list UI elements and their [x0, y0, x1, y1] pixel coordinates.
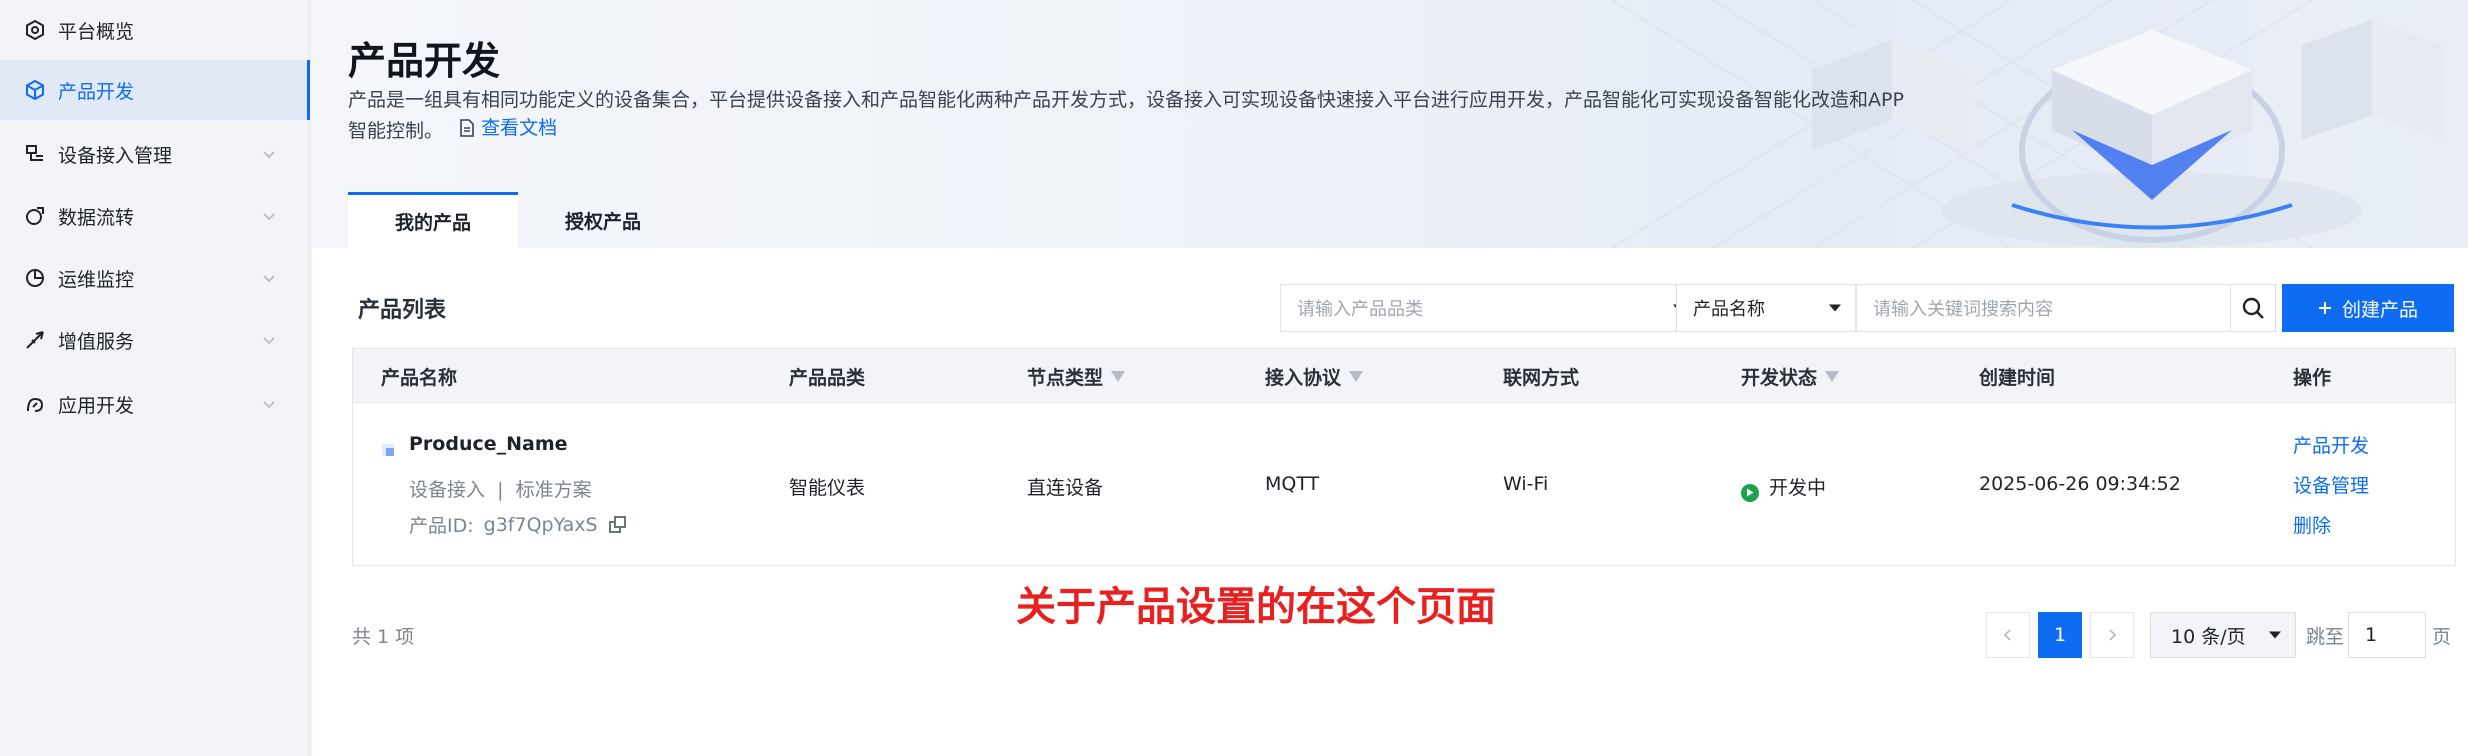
- chevron-down-icon: [263, 275, 275, 283]
- status-play-icon: [1741, 483, 1759, 502]
- product-category: 智能仪表: [789, 477, 866, 499]
- tab-label: 授权产品: [564, 210, 641, 233]
- search-field-value: 产品名称: [1693, 299, 1765, 320]
- device-manage-link[interactable]: 设备管理: [2293, 471, 2369, 498]
- plus-icon: [2318, 302, 2331, 314]
- total-count: 共 1 项: [352, 626, 415, 648]
- chevron-down-icon: [263, 401, 275, 409]
- app-root: 平台概览 产品开发 设备接入管理 数据流转 运维监控 增值服务 应用开发 产品开…: [0, 0, 2468, 756]
- device-access-icon: [26, 145, 43, 161]
- product-table: 产品名称 产品品类 节点类型 接入协议 联网方式 开发状态 创建时间 操作 Pr…: [352, 348, 2456, 566]
- chevron-left-icon: [2003, 629, 2011, 641]
- sidebar-item-label: 数据流转: [58, 206, 135, 229]
- jump-label: 跳至: [2306, 626, 2345, 648]
- column-header-protocol: 接入协议: [1265, 349, 1364, 403]
- rocket-icon: [26, 331, 44, 349]
- sidebar-item-label: 平台概览: [58, 20, 135, 43]
- node-type: 直连设备: [1027, 477, 1104, 499]
- cube-icon: [26, 79, 44, 101]
- sidebar-item-label: 产品开发: [58, 80, 135, 103]
- page-button-1[interactable]: 1: [2038, 612, 2082, 658]
- caret-down-icon: [1829, 304, 1841, 312]
- jump-page-input[interactable]: 1: [2348, 612, 2426, 658]
- caret-down-icon: [2269, 631, 2281, 639]
- data-flow-icon: [26, 207, 44, 225]
- chevron-down-icon: [263, 337, 275, 345]
- column-header-status: 开发状态: [1741, 349, 1840, 403]
- filter-icon[interactable]: [1111, 370, 1126, 382]
- sidebar-item-label: 增值服务: [58, 330, 135, 353]
- sidebar-item-data-flow[interactable]: 数据流转: [0, 186, 310, 246]
- sidebar-item-device-access[interactable]: 设备接入管理: [0, 124, 310, 184]
- column-header-actions: 操作: [2293, 366, 2332, 389]
- page-size-select[interactable]: 10 条/页: [2150, 612, 2296, 658]
- column-header-node-type: 节点类型: [1027, 349, 1126, 403]
- column-header-name: 产品名称: [381, 366, 458, 389]
- copy-icon[interactable]: [608, 515, 628, 535]
- column-header-network: 联网方式: [1503, 366, 1580, 389]
- keyword-placeholder: 请输入关键词搜索内容: [1873, 299, 2053, 320]
- sidebar-item-label: 设备接入管理: [58, 144, 173, 167]
- column-header-created: 创建时间: [1979, 366, 2056, 389]
- create-product-button[interactable]: 创建产品: [2282, 284, 2454, 332]
- chevron-down-icon: [263, 213, 275, 221]
- category-placeholder: 请输入产品品类: [1297, 299, 1423, 320]
- view-docs-link[interactable]: 查看文档: [459, 114, 557, 142]
- sidebar-item-label: 运维监控: [58, 268, 135, 291]
- product-id-row: 产品ID: g3f7QpYaxS: [409, 511, 628, 538]
- create-label: 创建产品: [2341, 298, 2418, 321]
- header-banner: 产品开发 产品是一组具有相同功能定义的设备集合，平台提供设备接入和产品智能化两种…: [312, 0, 2468, 248]
- sidebar: 平台概览 产品开发 设备接入管理 数据流转 运维监控 增值服务 应用开发: [0, 0, 310, 756]
- annotation-text: 关于产品设置的在这个页面: [1016, 584, 1496, 630]
- delete-link[interactable]: 删除: [2293, 511, 2331, 538]
- product-icon: [382, 444, 394, 456]
- search-field-select[interactable]: 产品名称: [1676, 284, 1856, 332]
- product-dev-link[interactable]: 产品开发: [2293, 431, 2369, 458]
- overview-icon: [26, 19, 44, 41]
- sidebar-item-app-dev[interactable]: 应用开发: [0, 374, 310, 434]
- filter-icon[interactable]: [1825, 370, 1840, 382]
- product-name[interactable]: Produce_Name: [409, 433, 568, 455]
- page-description: 产品是一组具有相同功能定义的设备集合，平台提供设备接入和产品智能化两种产品开发方…: [348, 86, 1908, 145]
- sidebar-item-overview[interactable]: 平台概览: [0, 0, 310, 60]
- page-unit-label: 页: [2432, 626, 2452, 648]
- search-button[interactable]: [2230, 284, 2276, 332]
- next-page-button[interactable]: [2090, 612, 2134, 658]
- document-icon: [460, 119, 474, 137]
- description-text: 产品是一组具有相同功能定义的设备集合，平台提供设备接入和产品智能化两种产品开发方…: [348, 89, 1904, 142]
- tab-authorized-products[interactable]: 授权产品: [518, 192, 688, 248]
- product-id-value: g3f7QpYaxS: [483, 513, 598, 536]
- main-content: 产品开发 产品是一组具有相同功能定义的设备集合，平台提供设备接入和产品智能化两种…: [312, 0, 2468, 756]
- page-title: 产品开发: [348, 39, 501, 83]
- keyword-search-input[interactable]: 请输入关键词搜索内容: [1856, 284, 2232, 332]
- doc-link-label: 查看文档: [481, 117, 558, 139]
- column-header-category: 产品品类: [789, 366, 866, 389]
- chevron-down-icon: [263, 151, 275, 159]
- chevron-right-icon: [2109, 629, 2117, 641]
- app-dev-icon: [27, 397, 44, 412]
- tab-my-products[interactable]: 我的产品: [348, 192, 518, 248]
- product-id-label: 产品ID:: [409, 515, 474, 537]
- page-size-value: 10 条/页: [2171, 625, 2246, 648]
- dev-status: 开发中: [1741, 473, 1826, 502]
- table-header: 产品名称 产品品类 节点类型 接入协议 联网方式 开发状态 创建时间 操作: [353, 349, 2455, 403]
- sidebar-item-ops-monitor[interactable]: 运维监控: [0, 248, 310, 308]
- monitor-icon: [26, 269, 44, 287]
- search-icon: [2242, 297, 2264, 319]
- product-meta: 设备接入 | 标准方案: [409, 479, 592, 501]
- sidebar-item-product-dev[interactable]: 产品开发: [0, 60, 310, 120]
- protocol: MQTT: [1265, 473, 1320, 495]
- created-time: 2025-06-26 09:34:52: [1979, 473, 2181, 495]
- category-select[interactable]: 请输入产品品类: [1280, 284, 1700, 332]
- filter-icon[interactable]: [1349, 370, 1364, 382]
- network: Wi-Fi: [1503, 473, 1549, 495]
- product-list-title: 产品列表: [358, 298, 447, 323]
- prev-page-button[interactable]: [1986, 612, 2030, 658]
- sidebar-item-label: 应用开发: [58, 394, 135, 417]
- sidebar-item-value-added[interactable]: 增值服务: [0, 310, 310, 370]
- tab-label: 我的产品: [394, 212, 471, 234]
